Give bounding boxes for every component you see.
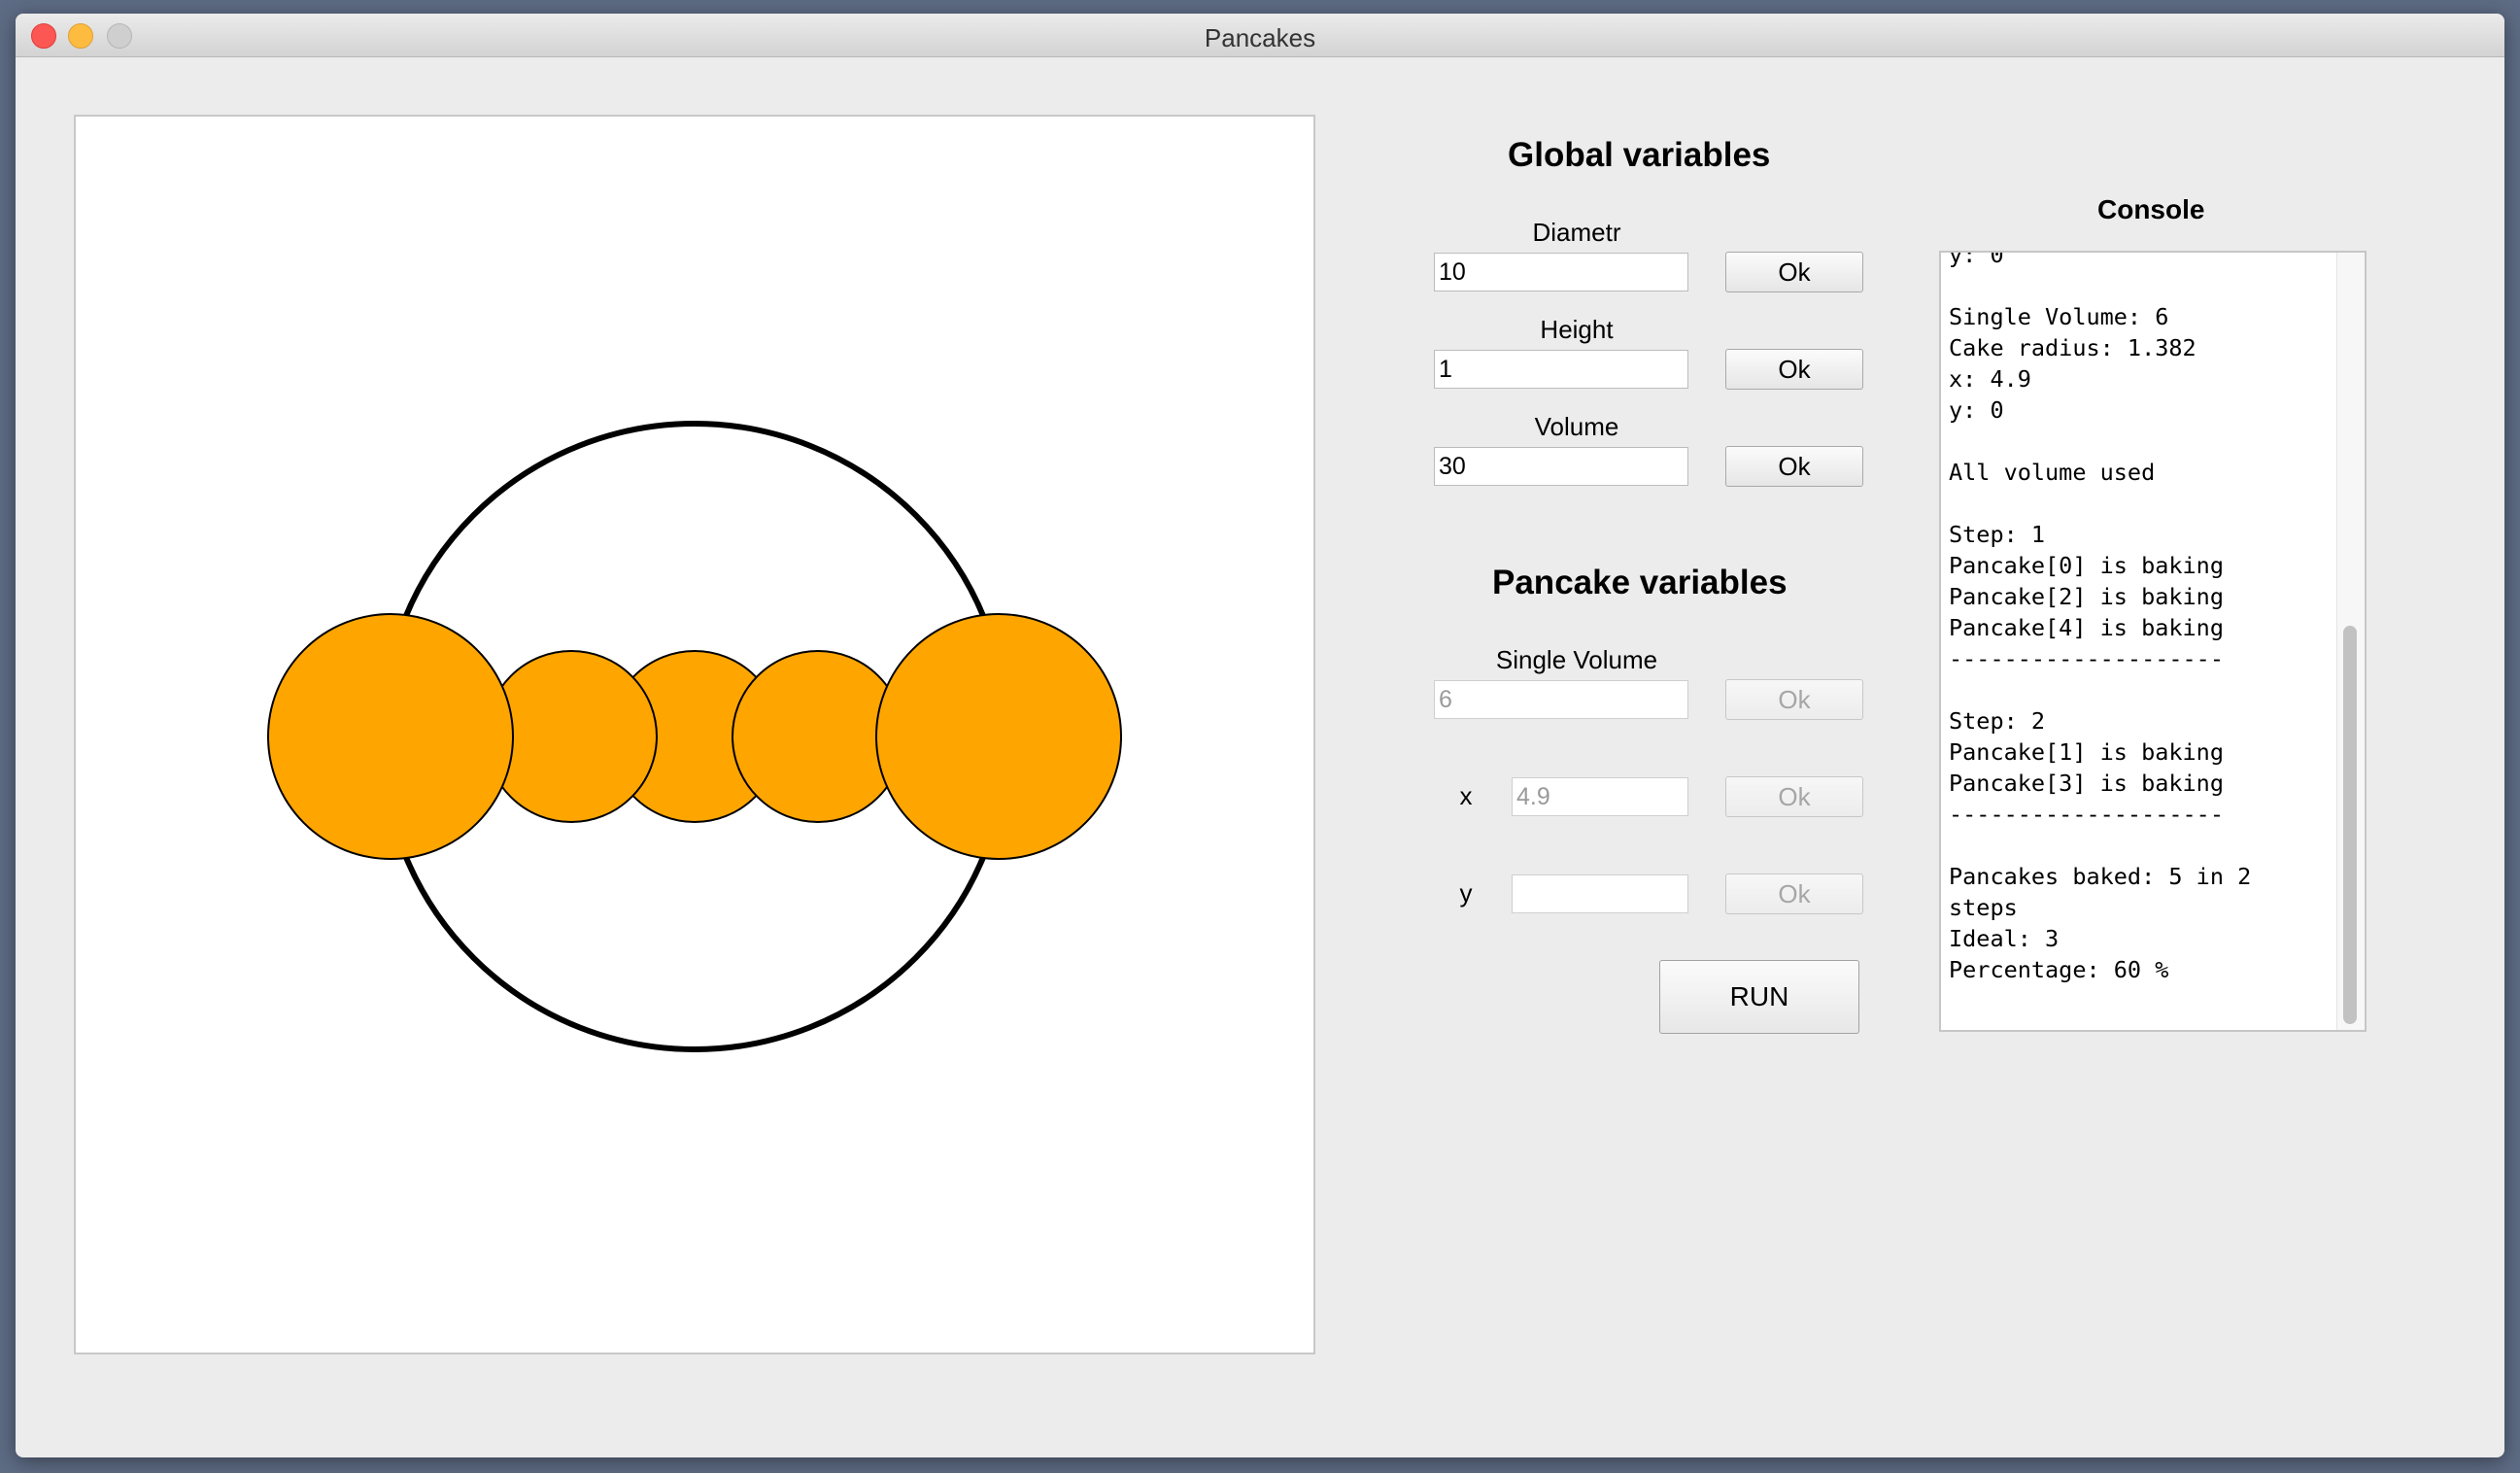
pancake-canvas [74, 115, 1315, 1354]
single-volume-input[interactable] [1434, 680, 1688, 719]
y-ok-button[interactable]: Ok [1725, 874, 1863, 914]
console-heading: Console [2097, 194, 2205, 224]
pancake-4 [875, 613, 1122, 860]
window-title: Pancakes [1204, 23, 1316, 52]
volume-label: Volume [1534, 412, 1619, 441]
pancake-drawing [267, 421, 1122, 1052]
console-text: y: 0 Single Volume: 6 Cake radius: 1.382… [1949, 251, 2252, 983]
volume-input[interactable] [1434, 447, 1688, 486]
title-bar: Pancakes [16, 14, 2504, 57]
diameter-ok-button[interactable]: Ok [1725, 252, 1863, 292]
diameter-input[interactable] [1434, 253, 1688, 291]
height-input[interactable] [1434, 350, 1688, 389]
console-output[interactable]: y: 0 Single Volume: 6 Cake radius: 1.382… [1939, 251, 2367, 1032]
y-label: y [1459, 878, 1473, 908]
diameter-label: Diametr [1532, 218, 1621, 247]
x-label: x [1459, 781, 1473, 810]
height-label: Height [1540, 315, 1614, 344]
x-ok-button[interactable]: Ok [1725, 776, 1863, 817]
console-scroll-thumb[interactable] [2343, 626, 2357, 1024]
height-ok-button[interactable]: Ok [1725, 349, 1863, 390]
pancake-variables-heading: Pancake variables [1492, 564, 1788, 601]
console-scrollbar[interactable] [2336, 253, 2365, 1030]
single-volume-ok-button[interactable]: Ok [1725, 679, 1863, 720]
global-variables-heading: Global variables [1508, 136, 1771, 174]
volume-ok-button[interactable]: Ok [1725, 446, 1863, 487]
single-volume-label: Single Volume [1495, 645, 1658, 674]
y-input[interactable] [1512, 874, 1688, 913]
app-window: Pancakes Global variables Diametr Ok Hei… [16, 14, 2504, 1457]
x-input[interactable] [1512, 777, 1688, 816]
pancake-0 [267, 613, 514, 860]
run-button[interactable]: RUN [1659, 960, 1859, 1034]
